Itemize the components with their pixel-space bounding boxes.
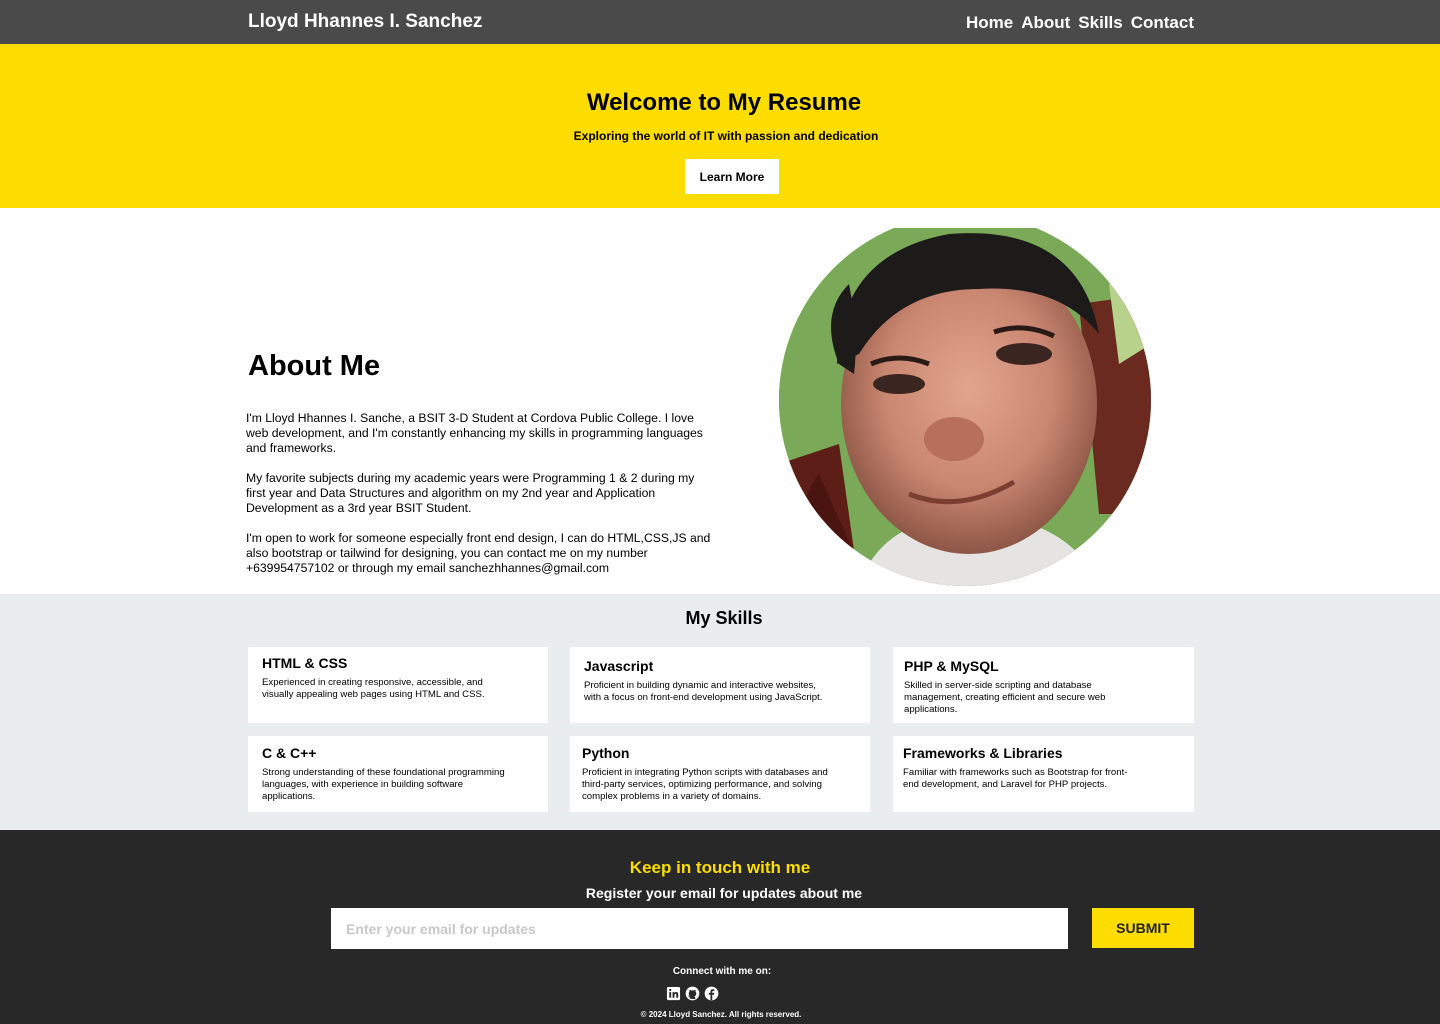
copyright-text: © 2024 Lloyd Sanchez. All rights reserve… — [640, 1010, 802, 1019]
skill-card-title: HTML & CSS — [262, 655, 348, 671]
navbar: Lloyd Hhannes I. Sanchez Home About Skil… — [0, 0, 1440, 44]
submit-button[interactable]: SUBMIT — [1092, 908, 1194, 948]
about-paragraph: I'm Lloyd Hhannes I. Sanche, a BSIT 3-D … — [246, 411, 703, 455]
hero-title: Welcome to My Resume — [586, 89, 862, 116]
skill-card-javascript: Javascript Proficient in building dynami… — [570, 647, 870, 723]
skill-card-desc: Strong understanding of these foundation… — [262, 767, 505, 802]
nav-links: Home About Skills Contact — [966, 13, 1194, 33]
skill-card-python: Python Proficient in integrating Python … — [570, 736, 870, 812]
brand-name[interactable]: Lloyd Hhannes I. Sanchez — [248, 11, 482, 33]
skill-card-desc: Proficient in integrating Python scripts… — [582, 767, 828, 802]
footer-title: Keep in touch with me — [629, 858, 811, 877]
about-text: I'm Lloyd Hhannes I. Sanche, a BSIT 3-D … — [246, 411, 716, 591]
skills-title: My Skills — [685, 608, 763, 628]
skill-card-desc: Skilled in server-side scripting and dat… — [904, 680, 1106, 715]
linkedin-icon[interactable] — [666, 986, 681, 1001]
social-links — [666, 986, 719, 1001]
nav-link-home[interactable]: Home — [966, 13, 1013, 33]
skill-card-title: Frameworks & Libraries — [903, 745, 1063, 761]
skill-card-desc: Familiar with frameworks such as Bootstr… — [903, 767, 1128, 790]
email-input[interactable] — [331, 908, 1068, 949]
skill-card-title: C & C++ — [262, 745, 317, 761]
facebook-icon[interactable] — [704, 986, 719, 1001]
skill-card-desc: Proficient in building dynamic and inter… — [584, 680, 823, 703]
skill-card-desc: Experienced in creating responsive, acce… — [262, 677, 485, 700]
about-paragraph: I'm open to work for someone especially … — [246, 531, 711, 575]
nav-link-skills[interactable]: Skills — [1078, 13, 1122, 33]
about-section: About Me I'm Lloyd Hhannes I. Sanche, a … — [0, 208, 1440, 594]
footer: Keep in touch with me Register your emai… — [0, 830, 1440, 1024]
skill-card-frameworks: Frameworks & Libraries Familiar with fra… — [893, 736, 1194, 812]
nav-link-contact[interactable]: Contact — [1131, 13, 1194, 33]
github-icon[interactable] — [685, 986, 700, 1001]
skill-card-c-cpp: C & C++ Strong understanding of these fo… — [248, 736, 548, 812]
skill-card-title: Python — [582, 745, 630, 761]
skill-card-html-css: HTML & CSS Experienced in creating respo… — [248, 647, 548, 723]
connect-label: Connect with me on: — [672, 966, 772, 977]
about-paragraph: My favorite subjects during my academic … — [246, 471, 695, 515]
profile-photo-frame — [779, 228, 1151, 587]
skill-card-title: PHP & MySQL — [904, 658, 999, 674]
hero-section: Welcome to My Resume Exploring the world… — [0, 44, 1440, 208]
footer-subtitle: Register your email for updates about me — [585, 885, 863, 901]
skills-section: My Skills HTML & CSS Experienced in crea… — [0, 594, 1440, 830]
skill-card-title: Javascript — [584, 658, 654, 674]
profile-photo — [779, 228, 1151, 586]
skill-card-php-mysql: PHP & MySQL Skilled in server-side scrip… — [893, 647, 1194, 723]
about-title: About Me — [248, 350, 381, 382]
learn-more-button[interactable]: Learn More — [685, 159, 779, 194]
hero-subtitle: Exploring the world of IT with passion a… — [573, 129, 879, 143]
nav-link-about[interactable]: About — [1021, 13, 1070, 33]
